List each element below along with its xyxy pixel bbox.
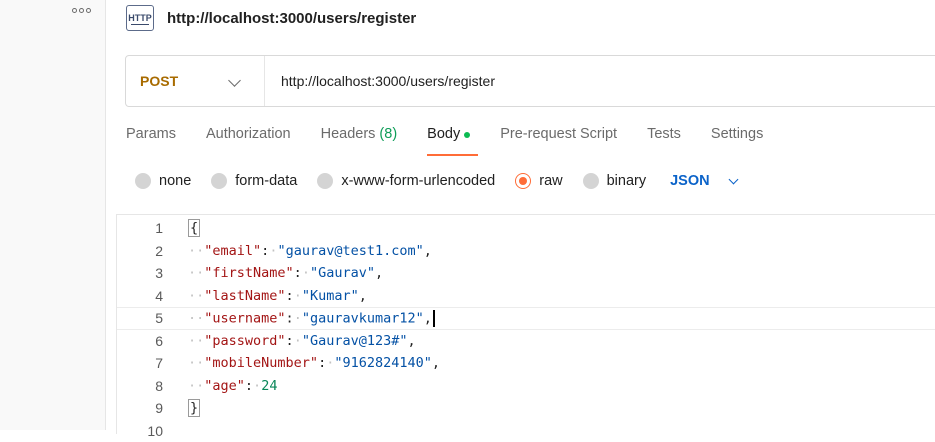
line-number: 7 — [117, 355, 163, 371]
comma: , — [424, 310, 432, 326]
code-line: ··"email":·"gaurav@test1.com", — [188, 243, 432, 259]
close-brace: } — [188, 399, 200, 417]
editor-line: 9 } — [117, 397, 935, 420]
editor-line: 7 ··"mobileNumber":·"9162824140", — [117, 352, 935, 375]
radio-form-data[interactable]: form-data — [211, 173, 297, 189]
editor-line: 4 ··"lastName":·"Kumar", — [117, 285, 935, 308]
tab-label: Body — [427, 126, 460, 142]
tab-label: Headers — [321, 126, 376, 142]
tab-label: Authorization — [206, 126, 291, 142]
method-select[interactable]: POST — [126, 56, 265, 106]
json-value: "Gaurav@123#" — [302, 333, 408, 349]
radio-label: raw — [539, 173, 562, 189]
code-line: ··"username":·"gauravkumar12", — [188, 310, 435, 327]
url-bar: POST — [125, 55, 935, 107]
editor-line: 6 ··"password":·"Gaurav@123#", — [117, 330, 935, 353]
json-value: 24 — [261, 378, 277, 394]
tab-label: Params — [126, 126, 176, 142]
request-title-row: HTTP http://localhost:3000/users/registe… — [126, 4, 416, 32]
editor-line: 8 ··"age":·24 — [117, 375, 935, 398]
radio-circle[interactable] — [317, 173, 333, 189]
chevron-down-icon — [228, 74, 241, 87]
radio-circle-selected[interactable] — [515, 173, 531, 189]
comma: , — [375, 265, 383, 281]
radio-circle[interactable] — [211, 173, 227, 189]
headers-count: (8) — [379, 126, 397, 142]
editor-line: 1 { — [117, 217, 935, 240]
json-key: "email" — [204, 243, 261, 259]
format-label: JSON — [670, 173, 710, 189]
tab-pre-request-script[interactable]: Pre-request Script — [500, 126, 617, 156]
radio-raw[interactable]: raw — [515, 173, 562, 189]
editor-line: 2 ··"email":·"gaurav@test1.com", — [117, 240, 935, 263]
code-line: { — [188, 220, 200, 236]
line-number: 9 — [117, 400, 163, 416]
line-number: 10 — [117, 423, 163, 439]
radio-binary[interactable]: binary — [583, 173, 647, 189]
tab-label: Tests — [647, 126, 681, 142]
request-tabs: Params Authorization Headers(8) Body Pre… — [126, 126, 793, 158]
line-number: 2 — [117, 243, 163, 259]
line-number: 1 — [117, 220, 163, 236]
comma: , — [408, 333, 416, 349]
json-value: "gauravkumar12" — [302, 310, 424, 326]
comma: , — [424, 243, 432, 259]
json-key: "password" — [204, 333, 285, 349]
tab-authorization[interactable]: Authorization — [206, 126, 291, 156]
comma: , — [359, 288, 367, 304]
method-label: POST — [140, 73, 178, 89]
code-line: ··"age":·24 — [188, 378, 277, 394]
open-brace: { — [188, 219, 200, 237]
radio-none[interactable]: none — [135, 173, 191, 189]
code-line: ··"firstName":·"Gaurav", — [188, 265, 383, 281]
body-type-options: none form-data x-www-form-urlencoded raw… — [135, 170, 737, 192]
tab-tests[interactable]: Tests — [647, 126, 681, 156]
comma: , — [432, 355, 440, 371]
json-key: "username" — [204, 310, 285, 326]
sidebar — [0, 0, 106, 430]
code-editor[interactable]: 1 { 2 ··"email":·"gaurav@test1.com", 3 ·… — [116, 214, 935, 434]
json-value: "Kumar" — [302, 288, 359, 304]
body-indicator-dot — [464, 132, 470, 138]
json-key: "firstName" — [204, 265, 293, 281]
tab-settings[interactable]: Settings — [711, 126, 763, 156]
line-number: 6 — [117, 333, 163, 349]
line-number: 3 — [117, 265, 163, 281]
more-options-icon[interactable] — [72, 4, 92, 16]
radio-circle[interactable] — [135, 173, 151, 189]
tab-headers[interactable]: Headers(8) — [321, 126, 398, 156]
format-select[interactable]: JSON — [670, 173, 737, 189]
json-value: "Gaurav" — [310, 265, 375, 281]
tab-label: Settings — [711, 126, 763, 142]
tab-body[interactable]: Body — [427, 126, 470, 156]
radio-label: binary — [607, 173, 647, 189]
json-key: "age" — [204, 378, 245, 394]
json-key: "mobileNumber" — [204, 355, 318, 371]
radio-label: none — [159, 173, 191, 189]
http-request-icon: HTTP — [126, 5, 154, 31]
radio-circle[interactable] — [583, 173, 599, 189]
editor-line: 10 — [117, 420, 935, 442]
editor-line-current: 5 ··"username":·"gauravkumar12", — [117, 307, 935, 330]
json-value: "gaurav@test1.com" — [277, 243, 423, 259]
tab-params[interactable]: Params — [126, 126, 176, 156]
request-title[interactable]: http://localhost:3000/users/register — [167, 10, 416, 27]
code-line: ··"mobileNumber":·"9162824140", — [188, 355, 440, 371]
line-number: 5 — [117, 310, 163, 326]
code-line: ··"password":·"Gaurav@123#", — [188, 333, 416, 349]
json-value: "9162824140" — [334, 355, 432, 371]
line-number: 4 — [117, 288, 163, 304]
code-line: } — [188, 400, 200, 416]
radio-label: x-www-form-urlencoded — [341, 173, 495, 189]
chevron-down-icon — [728, 174, 738, 184]
text-cursor — [433, 310, 435, 327]
json-key: "lastName" — [204, 288, 285, 304]
tab-label: Pre-request Script — [500, 126, 617, 142]
editor-line: 3 ··"firstName":·"Gaurav", — [117, 262, 935, 285]
url-input[interactable] — [281, 73, 881, 89]
radio-urlencoded[interactable]: x-www-form-urlencoded — [317, 173, 495, 189]
line-number: 8 — [117, 378, 163, 394]
radio-label: form-data — [235, 173, 297, 189]
code-line: ··"lastName":·"Kumar", — [188, 288, 367, 304]
